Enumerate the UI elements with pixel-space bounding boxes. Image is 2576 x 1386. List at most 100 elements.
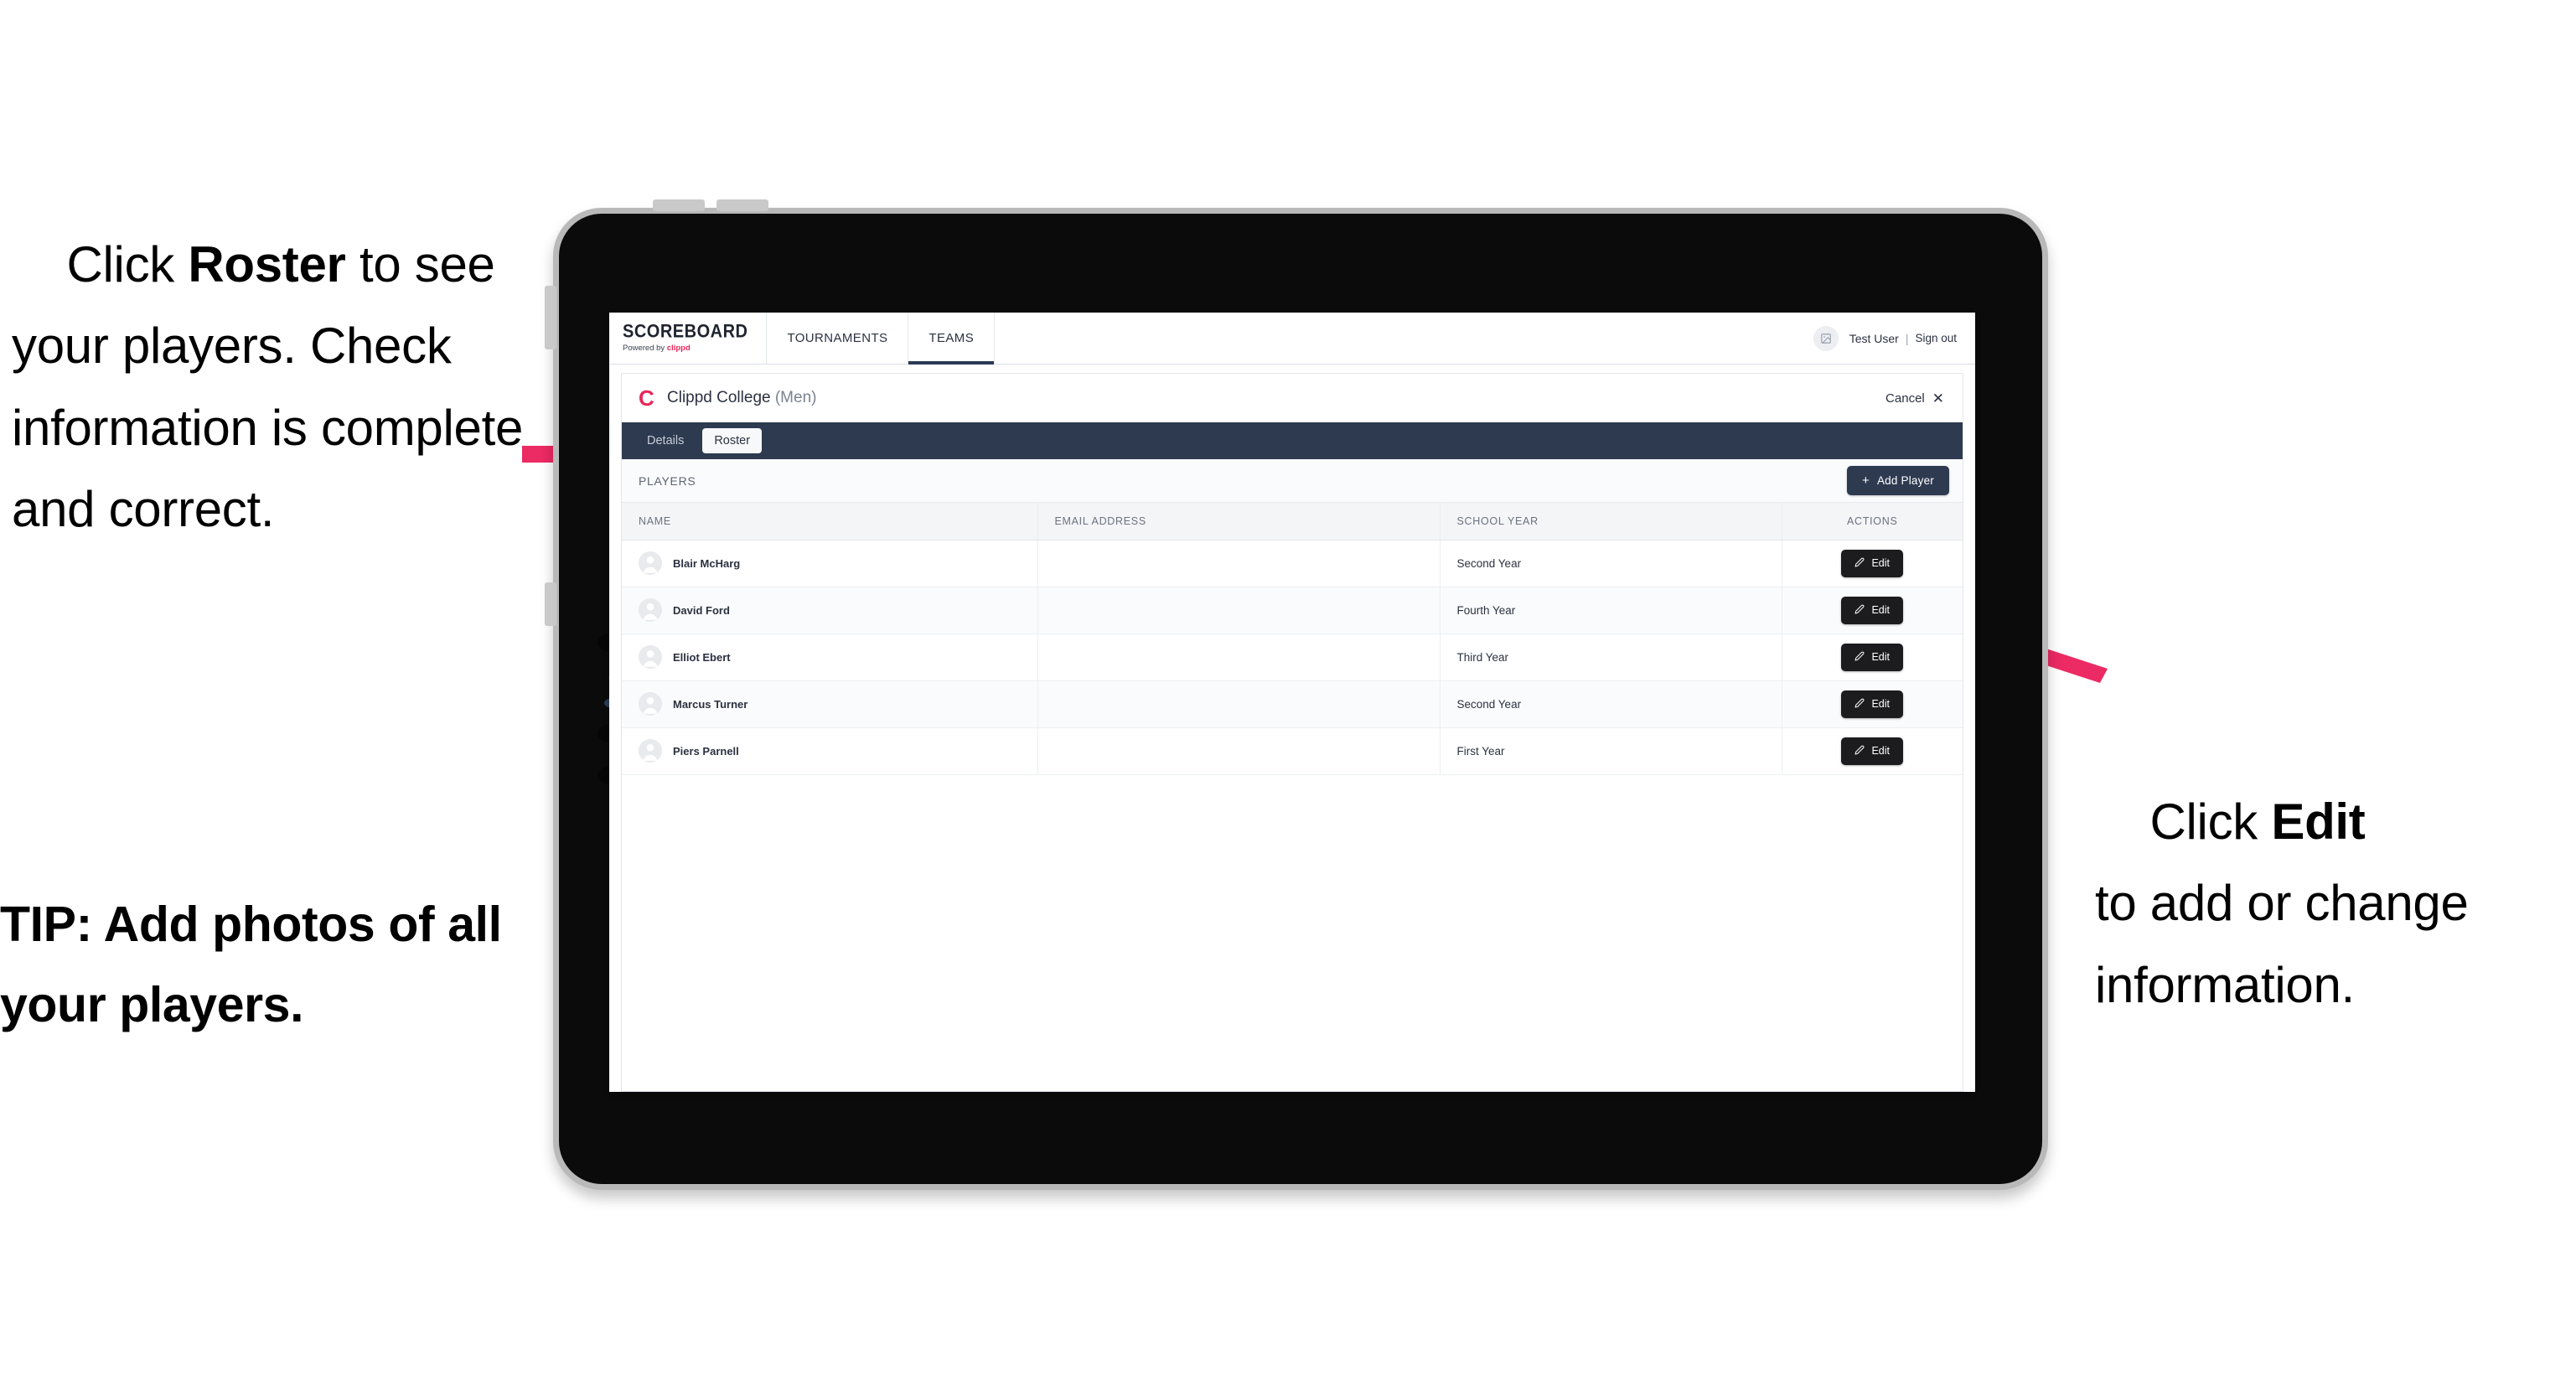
cancel-label: Cancel [1885,390,1925,406]
table-row: Marcus Turner Second Year Edit [622,680,1963,728]
sign-out-link[interactable]: Sign out [1915,332,1957,344]
pencil-icon [1854,745,1865,758]
cell-actions: Edit [1782,727,1963,775]
team-name-title: Clippd College (Men) [667,389,816,407]
annotation-click-roster: Click Roster to see your players. Check … [12,142,548,631]
edit-label: Edit [1871,698,1891,710]
pencil-icon [1854,651,1865,664]
slide-canvas: Click Roster to see your players. Check … [0,0,2576,1386]
cell-email [1037,680,1441,728]
scoreboard-logo[interactable]: SCOREBOARD Powered by clippd [609,313,768,364]
add-player-button[interactable]: + Add Player [1846,466,1949,495]
pencil-icon [1854,698,1865,711]
tablet-screen: SCOREBOARD Powered by clippd TOURNAMENTS… [609,313,1975,1092]
cell-email [1037,634,1441,681]
plus-icon: + [1861,473,1870,488]
annotation-click-edit: Click Edit to add or change information. [2095,700,2576,1107]
power-button[interactable] [545,286,556,349]
table-header-row: NAME EMAIL ADDRESS SCHOOL YEAR ACTIONS [622,503,1963,540]
app-top-navigation: SCOREBOARD Powered by clippd TOURNAMENTS… [609,313,1975,365]
annotation-edit-bold: Edit [2271,794,2366,851]
add-player-label: Add Player [1876,474,1934,487]
annotation-edit-suffix: to add or change information. [2095,875,2469,1013]
brand-tagline-prefix: Powered by [623,344,667,354]
pencil-icon [1854,557,1865,570]
brand-wordmark: SCOREBOARD [623,321,748,343]
table-row: David Ford Fourth Year Edit [622,587,1963,634]
user-menu: Test User | Sign out [1813,313,1975,364]
edit-player-button[interactable]: Edit [1841,643,1904,671]
column-header-email: EMAIL ADDRESS [1037,503,1441,540]
cell-name: David Ford [622,587,1038,634]
player-avatar-icon [639,551,662,575]
cell-actions: Edit [1782,680,1963,728]
image-placeholder-icon[interactable] [1813,325,1839,351]
table-row: Piers Parnell First Year Edit [622,727,1963,775]
cell-name: Marcus Turner [622,680,1038,728]
side-button[interactable] [545,582,556,626]
player-avatar-icon [639,598,662,622]
edit-player-button[interactable]: Edit [1841,596,1904,624]
edit-label: Edit [1871,651,1891,663]
player-avatar-icon [639,645,662,669]
table-row: Elliot Ebert Third Year Edit [622,634,1963,681]
cancel-button[interactable]: Cancel ✕ [1885,391,1944,406]
column-header-actions: ACTIONS [1782,503,1963,540]
cell-school-year: First Year [1440,727,1782,775]
annotation-roster-bold: Roster [188,236,346,293]
column-header-school-year: SCHOOL YEAR [1440,503,1782,540]
annotation-tip-photos: TIP: Add photos of all your players. [0,897,515,1033]
annotation-roster-prefix: Click [66,236,189,293]
user-name-label: Test User [1849,331,1899,345]
nav-tab-tournaments[interactable]: TOURNAMENTS [767,313,909,364]
tab-roster[interactable]: Roster [702,428,763,453]
cell-actions: Edit [1782,587,1963,634]
cell-actions: Edit [1782,540,1963,587]
player-name-label: Elliot Ebert [673,650,731,664]
tab-details[interactable]: Details [635,428,696,453]
edit-player-button[interactable]: Edit [1841,690,1904,718]
edit-label: Edit [1871,745,1891,757]
team-card-header: C Clippd College (Men) Cancel ✕ [622,374,1963,422]
players-table: NAME EMAIL ADDRESS SCHOOL YEAR ACTIONS B… [622,503,1963,775]
player-name-label: Blair McHarg [673,556,741,570]
cell-name: Blair McHarg [622,540,1038,587]
team-logo-icon: C [639,385,654,411]
cell-email [1037,727,1441,775]
edit-player-button[interactable]: Edit [1841,737,1904,765]
cell-name: Elliot Ebert [622,634,1038,681]
player-avatar-icon [639,692,662,716]
volume-up-button[interactable] [653,199,705,211]
players-toolbar: PLAYERS + Add Player [622,459,1963,503]
team-tab-strip: Details Roster [622,422,1963,459]
volume-down-button[interactable] [716,199,768,211]
team-name-text: Clippd College [667,389,771,406]
team-gender-text: (Men) [774,389,817,406]
cell-name: Piers Parnell [622,727,1038,775]
cell-school-year: Second Year [1440,540,1782,587]
cell-school-year: Third Year [1440,634,1782,681]
tablet-device-frame: SCOREBOARD Powered by clippd TOURNAMENTS… [545,199,2048,1190]
brand-tagline-clippd: clippd [666,344,691,354]
user-separator: | [1905,331,1909,345]
players-table-head: NAME EMAIL ADDRESS SCHOOL YEAR ACTIONS [622,503,1963,540]
cell-actions: Edit [1782,634,1963,681]
players-table-body: Blair McHarg Second Year Edit David Ford Fou… [622,540,1963,775]
edit-player-button[interactable]: Edit [1841,549,1904,577]
player-name-label: Piers Parnell [673,744,739,758]
edit-label: Edit [1871,604,1891,616]
brand-tagline: Powered by clippd [623,344,747,353]
nav-tab-teams[interactable]: TEAMS [908,313,996,365]
annotation-edit-prefix: Click [2149,794,2272,851]
cell-email [1037,540,1441,587]
pencil-icon [1854,604,1865,617]
edit-label: Edit [1871,557,1891,569]
player-name-label: David Ford [673,603,730,617]
players-section-label: PLAYERS [639,473,696,488]
close-x-icon: ✕ [1932,390,1944,406]
page-body: C Clippd College (Men) Cancel ✕ Details [609,365,1975,1092]
cell-school-year: Fourth Year [1440,587,1782,634]
column-header-name: NAME [622,503,1038,540]
cell-school-year: Second Year [1440,680,1782,728]
